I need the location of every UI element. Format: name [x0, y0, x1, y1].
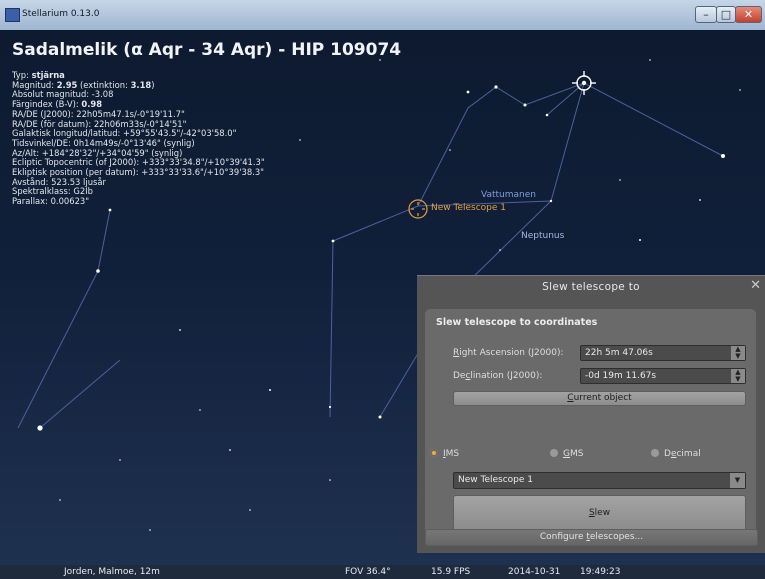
star[interactable]: [269, 389, 271, 391]
minimize-button[interactable]: –: [695, 6, 717, 23]
date-text: 2014-10-31: [508, 567, 561, 577]
status-bar: Jorden, Malmoe, 12m FOV 36.4° 15.9 FPS 2…: [0, 565, 765, 579]
selection-crosshair-icon: [572, 71, 596, 95]
slew-telescope-dialog: Slew telescope to ✕ Slew telescope to co…: [417, 275, 765, 553]
star[interactable]: [449, 149, 451, 151]
star[interactable]: [699, 199, 701, 201]
star[interactable]: [466, 90, 470, 94]
star[interactable]: [639, 239, 641, 241]
ra-value: 22h 5m 47.06s: [585, 348, 653, 358]
window-titlebar: Stellarium 0.13.0 – □ ✕: [0, 0, 765, 30]
radio-selected-icon: [430, 449, 438, 457]
radio-icon: [651, 449, 659, 457]
time-text: 19:49:23: [580, 567, 621, 577]
star[interactable]: [721, 154, 725, 158]
planet-label: Neptunus: [521, 231, 565, 241]
dialog-close-icon[interactable]: ✕: [750, 278, 761, 294]
star[interactable]: [523, 103, 527, 107]
location-text: Jorden, Malmoe, 12m: [64, 567, 160, 577]
panel-heading: Slew telescope to coordinates: [436, 317, 598, 328]
radio-icon: [550, 449, 558, 457]
star[interactable]: [545, 113, 549, 117]
telescope-reticle-icon[interactable]: [408, 199, 428, 219]
star[interactable]: [378, 415, 382, 419]
star[interactable]: [149, 529, 151, 531]
dec-label: Declination (J2000):: [453, 371, 543, 381]
star[interactable]: [549, 199, 553, 203]
app-icon: [5, 8, 20, 22]
fps-text: 15.9 FPS: [431, 567, 471, 577]
dialog-title: Slew telescope to: [542, 281, 640, 293]
constellation-line: [379, 349, 421, 418]
fov-text: FOV 36.4°: [345, 567, 391, 577]
constellation-line: [39, 359, 121, 429]
star[interactable]: [499, 249, 501, 251]
close-button[interactable]: ✕: [735, 6, 762, 23]
telescope-select-value: New Telescope 1: [458, 475, 534, 485]
configure-telescopes-button[interactable]: Configure telescopes...: [425, 529, 758, 546]
star[interactable]: [619, 179, 621, 181]
chevron-down-icon[interactable]: ▼: [730, 473, 745, 488]
star[interactable]: [59, 499, 61, 501]
dec-input[interactable]: -0d 19m 11.67s ▲ ▼: [580, 368, 746, 384]
info-line: Parallax: 0.00623": [12, 196, 90, 207]
star[interactable]: [249, 509, 251, 511]
radio-gms[interactable]: GMS: [550, 449, 583, 459]
maximize-button[interactable]: □: [716, 6, 736, 23]
star[interactable]: [329, 479, 331, 481]
slew-button[interactable]: Slew: [453, 495, 746, 531]
star[interactable]: [739, 89, 741, 91]
star[interactable]: [299, 139, 301, 141]
star[interactable]: [119, 459, 121, 461]
star[interactable]: [37, 425, 43, 431]
telescope-label: New Telescope 1: [431, 203, 507, 213]
ra-input[interactable]: 22h 5m 47.06s ▲ ▼: [580, 345, 746, 361]
window-title: Stellarium 0.13.0: [22, 9, 100, 19]
star[interactable]: [494, 85, 498, 89]
star[interactable]: [229, 449, 231, 451]
dec-value: -0d 19m 11.67s: [585, 371, 657, 381]
star[interactable]: [328, 405, 332, 409]
constellation-line: [417, 82, 585, 207]
star[interactable]: [331, 239, 335, 243]
star[interactable]: [649, 59, 651, 61]
star[interactable]: [96, 269, 100, 273]
telescope-select[interactable]: New Telescope 1 ▼: [453, 472, 746, 489]
coordinates-panel: Slew telescope to coordinates Right Asce…: [425, 309, 756, 534]
spin-arrows-icon[interactable]: ▲ ▼: [731, 369, 745, 383]
constellation-line: [17, 209, 111, 429]
star[interactable]: [199, 409, 201, 411]
star[interactable]: [108, 208, 112, 212]
spin-arrows-icon[interactable]: ▲ ▼: [731, 346, 745, 360]
radio-decimal[interactable]: Decimal: [651, 449, 701, 459]
radio-ims[interactable]: IMS: [430, 449, 459, 459]
star[interactable]: [179, 329, 181, 331]
object-info-panel: Typ: stjärna Magnitud: 2.95 (extinktion:…: [12, 70, 265, 207]
ra-label: Right Ascension (J2000):: [453, 348, 564, 358]
current-object-button[interactable]: Current object: [453, 391, 746, 406]
constellation-label: Vattumanen: [481, 190, 536, 200]
object-title: Sadalmelik (α Aqr - 34 Aqr) - HIP 109074: [12, 40, 402, 60]
